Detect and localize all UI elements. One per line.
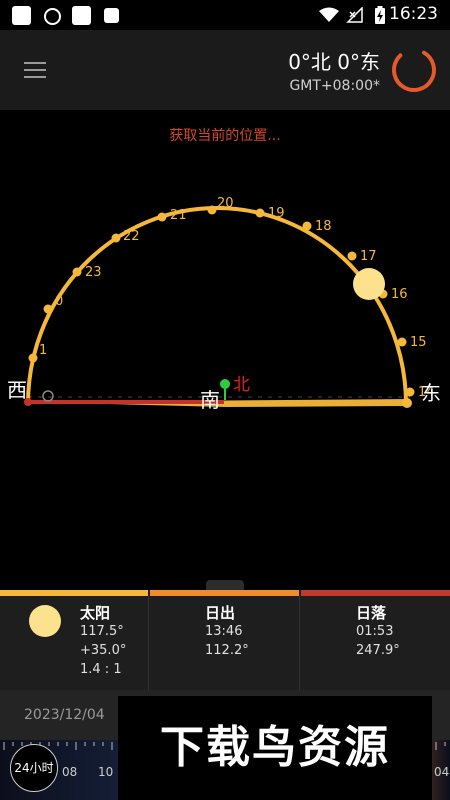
hour-label: 16 <box>391 287 408 302</box>
hour-label: 1 <box>39 343 47 358</box>
signal-off-icon <box>346 7 363 23</box>
timeline-tick-label: 08 <box>62 765 78 779</box>
sunset-info[interactable]: 日落 01:53 247.9° <box>301 590 450 690</box>
coordinates-display[interactable]: 0°北 0°东 <box>288 46 380 75</box>
hour-label: 15 <box>410 335 427 350</box>
sun-shadow-ratio: 1.4 : 1 <box>80 662 122 677</box>
hour-label: 20 <box>217 196 234 211</box>
wifi-icon <box>319 7 339 22</box>
hour-label: 0 <box>55 294 63 309</box>
observer-marker <box>220 379 230 389</box>
hour-label: 21 <box>170 208 187 223</box>
sun-path-diagram: 1023222120191817161514 北 南 西 东 <box>7 196 441 412</box>
status-time: 16:23 <box>389 4 438 24</box>
menu-icon[interactable] <box>24 62 46 80</box>
sunrise-time: 13:46 <box>205 624 243 639</box>
sunrise-info[interactable]: 日出 13:46 112.2° <box>150 590 299 690</box>
font-icon <box>104 8 119 23</box>
west-label: 西 <box>7 378 27 402</box>
hour-label: 18 <box>315 219 332 234</box>
sunrise-color-bar <box>150 590 299 596</box>
hour-dot <box>255 208 265 218</box>
sunrise-title: 日出 <box>205 604 236 622</box>
hour-dot <box>405 387 415 397</box>
sun-marker[interactable] <box>353 268 385 300</box>
status-bar: 16:23 <box>0 0 450 30</box>
panel-drag-handle[interactable] <box>206 580 244 590</box>
sun-altitude: +35.0° <box>80 643 127 658</box>
app-notification-icon <box>12 6 31 25</box>
hour-dot <box>207 205 217 215</box>
hour-dot <box>28 353 38 363</box>
hour-dot <box>347 251 357 261</box>
sunset-color-bar <box>301 590 450 596</box>
sun-info[interactable]: 太阳 117.5° +35.0° 1.4 : 1 <box>0 590 148 690</box>
shield-icon <box>44 8 61 25</box>
loading-spinner-icon <box>392 48 436 92</box>
east-point <box>402 398 412 408</box>
divider <box>299 596 300 690</box>
sunset-azimuth: 247.9° <box>356 643 400 658</box>
hour-label: 22 <box>123 229 140 244</box>
hour-label: 17 <box>360 249 377 264</box>
sunset-title: 日落 <box>356 604 387 622</box>
sun-info-panel: 太阳 117.5° +35.0° 1.4 : 1 日出 13:46 112.2°… <box>0 590 450 690</box>
moon-marker[interactable] <box>42 390 54 402</box>
hour-label: 23 <box>85 265 102 280</box>
hour-dot <box>111 233 121 243</box>
east-label: 东 <box>421 381 441 405</box>
hour-dot <box>157 212 167 222</box>
sun-icon <box>29 605 61 637</box>
hour-label: 19 <box>268 206 285 221</box>
hour-dot <box>72 267 82 277</box>
top-bar: 0°北 0°东 GMT+08:00* <box>0 30 450 110</box>
timezone-label[interactable]: GMT+08:00* <box>289 78 380 94</box>
hour-dot <box>302 221 312 231</box>
north-label: 北 <box>233 375 250 395</box>
battery-charging-icon <box>375 6 385 24</box>
app-notification-icon <box>72 6 91 25</box>
south-label: 南 <box>200 388 220 412</box>
timeline-tick-label: 04 <box>434 765 450 779</box>
sunrise-azimuth: 112.2° <box>205 643 249 658</box>
hour-dot <box>43 304 53 314</box>
sun-color-bar <box>0 590 148 596</box>
watermark-overlay: 下载鸟资源 <box>118 696 432 800</box>
sunset-time: 01:53 <box>356 624 394 639</box>
sun-title: 太阳 <box>80 604 111 622</box>
hour-dot <box>397 337 407 347</box>
date-label[interactable]: 2023/12/04 <box>24 707 105 723</box>
sun-orbit-arc <box>26 206 408 405</box>
24-hour-button[interactable]: 24小时 <box>10 744 58 792</box>
timeline-tick-label: 10 <box>98 765 114 779</box>
sun-azimuth: 117.5° <box>80 624 124 639</box>
divider <box>148 596 149 690</box>
